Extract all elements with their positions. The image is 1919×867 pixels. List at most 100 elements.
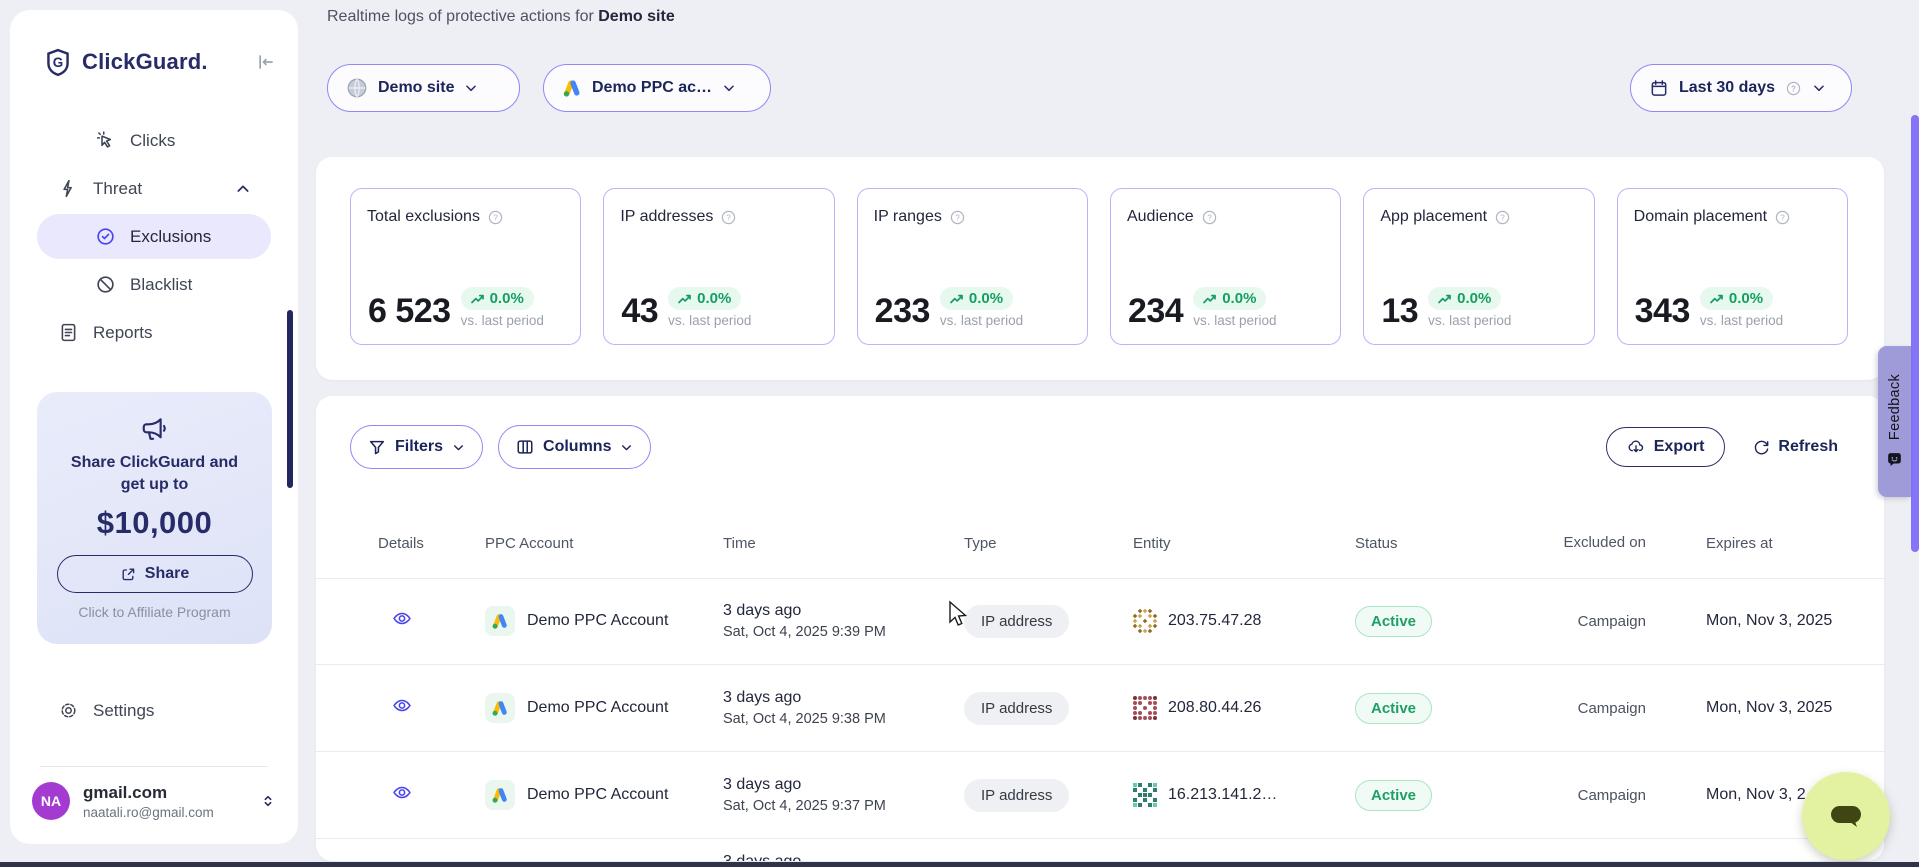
stat-card-ip-ranges: IP ranges ? 233 0.0% vs. last period: [857, 188, 1088, 345]
sidebar-nav: Clicks Threat Exclusions Blacklist: [10, 118, 298, 355]
entity-cell: 208.80.44.26: [1133, 696, 1355, 720]
time-cell: 3 days ago Sat, Oct 4, 2025 9:37 PM: [723, 776, 964, 814]
view-details-button[interactable]: [391, 696, 417, 716]
sidebar-collapse-icon[interactable]: [256, 52, 276, 72]
ip-identicon: [1133, 696, 1157, 720]
ban-icon: [95, 274, 116, 295]
trend-up-icon: [678, 293, 692, 305]
share-button-label: Share: [145, 565, 189, 583]
sidebar-item-label: Exclusions: [130, 227, 271, 247]
sidebar-item-settings[interactable]: Settings: [37, 688, 278, 733]
chat-bubble-icon: [1823, 796, 1869, 836]
table-body: Demo PPC Account 3 days ago Sat, Oct 4, …: [316, 578, 1884, 861]
type-badge: IP address: [964, 692, 1069, 725]
settings-label: Settings: [93, 701, 154, 721]
avatar: NA: [32, 782, 70, 820]
col-header-status: Status: [1355, 535, 1546, 552]
ppc-account-selector[interactable]: Demo PPC ac…: [543, 64, 771, 112]
affiliate-promo-card: Share ClickGuard and get up to $10,000 S…: [37, 392, 272, 644]
refresh-button-label: Refresh: [1778, 438, 1838, 456]
help-circle-icon[interactable]: ?: [1201, 209, 1218, 226]
refresh-button[interactable]: Refresh: [1747, 437, 1844, 457]
sidebar-item-label: Blacklist: [130, 275, 271, 295]
stat-card-domain-placement: Domain placement ? 343 0.0% vs. last per…: [1617, 188, 1848, 345]
time-cell: 3 days ago: [723, 839, 964, 861]
stats-panel: Total exclusions ? 6 523 0.0% vs. last p…: [316, 157, 1884, 380]
help-circle-icon[interactable]: ?: [949, 209, 966, 226]
col-header-details: Details: [378, 535, 485, 552]
col-header-ppc-account: PPC Account: [485, 535, 723, 552]
page-subtitle: Realtime logs of protective actions for …: [327, 8, 675, 26]
help-circle-icon[interactable]: ?: [720, 209, 737, 226]
stat-value: 233: [875, 294, 930, 328]
stat-value: 234: [1128, 294, 1183, 328]
promo-headline: Share ClickGuard and get up to: [60, 452, 250, 495]
stat-caption: vs. last period: [461, 313, 544, 328]
help-circle-icon[interactable]: ?: [1494, 209, 1511, 226]
sidebar-scrollbar[interactable]: [287, 310, 293, 488]
entity-cell: 203.75.47.28: [1133, 609, 1355, 633]
help-circle-icon[interactable]: ?: [1785, 80, 1802, 97]
external-link-icon: [120, 566, 136, 582]
ppc-account-cell: Demo PPC Account: [485, 780, 723, 810]
date-range-selector[interactable]: Last 30 days ?: [1630, 64, 1852, 112]
google-ads-icon: [485, 606, 515, 636]
lightning-icon: [58, 178, 79, 199]
view-details-button[interactable]: [391, 609, 417, 629]
chevron-down-icon: [464, 81, 478, 95]
expires-at-cell: Mon, Nov 3, 2025: [1646, 699, 1884, 717]
columns-button[interactable]: Columns: [498, 425, 651, 469]
help-circle-icon[interactable]: ?: [487, 209, 504, 226]
export-button[interactable]: Export: [1606, 427, 1726, 467]
sidebar-item-blacklist[interactable]: Blacklist: [37, 262, 271, 307]
help-circle-icon[interactable]: ?: [1774, 209, 1791, 226]
table-row[interactable]: Demo PPC Account 3 days ago Sat, Oct 4, …: [316, 578, 1884, 665]
eye-icon: [391, 696, 413, 715]
account-switcher[interactable]: NA gmail.com naatali.ro@gmail.com: [32, 782, 276, 820]
megaphone-icon: [140, 414, 170, 444]
excluded-on-cell: Campaign: [1546, 613, 1646, 630]
site-selector[interactable]: Demo site: [327, 64, 520, 112]
sidebar-item-threat[interactable]: Threat: [37, 166, 271, 211]
filters-button[interactable]: Filters: [350, 425, 483, 469]
expires-at-cell: Mon, Nov 3, 2025: [1646, 612, 1884, 630]
trend-up-icon: [471, 293, 485, 305]
google-ads-icon: [485, 693, 515, 723]
svg-text:?: ?: [1791, 84, 1796, 93]
status-badge: Active: [1355, 606, 1432, 637]
stat-caption: vs. last period: [940, 313, 1023, 328]
sidebar-item-exclusions[interactable]: Exclusions: [37, 214, 271, 259]
account-email: naatali.ro@gmail.com: [83, 805, 247, 820]
chat-launcher-button[interactable]: [1802, 772, 1890, 860]
time-cell: 3 days ago Sat, Oct 4, 2025 9:39 PM: [723, 602, 964, 640]
chevron-down-icon: [620, 441, 633, 454]
svg-text:?: ?: [1500, 213, 1505, 222]
view-details-button[interactable]: [391, 783, 417, 803]
table-row[interactable]: 3 days ago: [316, 839, 1884, 861]
promo-footer-link[interactable]: Click to Affiliate Program: [78, 604, 230, 620]
stat-delta-badge: 0.0%: [668, 287, 741, 310]
col-header-expires-at: Expires at: [1646, 535, 1884, 552]
page-scrollbar[interactable]: [1911, 115, 1919, 552]
stat-delta-badge: 0.0%: [940, 287, 1013, 310]
type-badge: IP address: [964, 779, 1069, 812]
trend-up-icon: [950, 293, 964, 305]
share-button[interactable]: Share: [57, 555, 253, 593]
sidebar-item-reports[interactable]: Reports: [37, 310, 271, 355]
google-ads-icon: [562, 78, 582, 98]
stat-value: 6 523: [368, 294, 451, 328]
table-row[interactable]: Demo PPC Account 3 days ago Sat, Oct 4, …: [316, 752, 1884, 839]
exclusions-table-panel: Filters Columns Export Refresh Details P…: [316, 396, 1884, 861]
col-header-entity: Entity: [1133, 535, 1355, 552]
stat-card-total-exclusions: Total exclusions ? 6 523 0.0% vs. last p…: [350, 188, 581, 345]
feedback-tab[interactable]: Feedback: [1878, 346, 1911, 497]
stat-caption: vs. last period: [1428, 313, 1511, 328]
sidebar-item-clicks[interactable]: Clicks: [37, 118, 271, 163]
time-cell: 3 days ago Sat, Oct 4, 2025 9:38 PM: [723, 689, 964, 727]
table-row[interactable]: Demo PPC Account 3 days ago Sat, Oct 4, …: [316, 665, 1884, 752]
ppc-account-cell: Demo PPC Account: [485, 693, 723, 723]
export-button-label: Export: [1654, 438, 1705, 456]
table-toolbar: Filters Columns Export Refresh: [350, 425, 1844, 469]
trend-up-icon: [1438, 293, 1452, 305]
chevron-up-icon[interactable]: [235, 181, 251, 197]
